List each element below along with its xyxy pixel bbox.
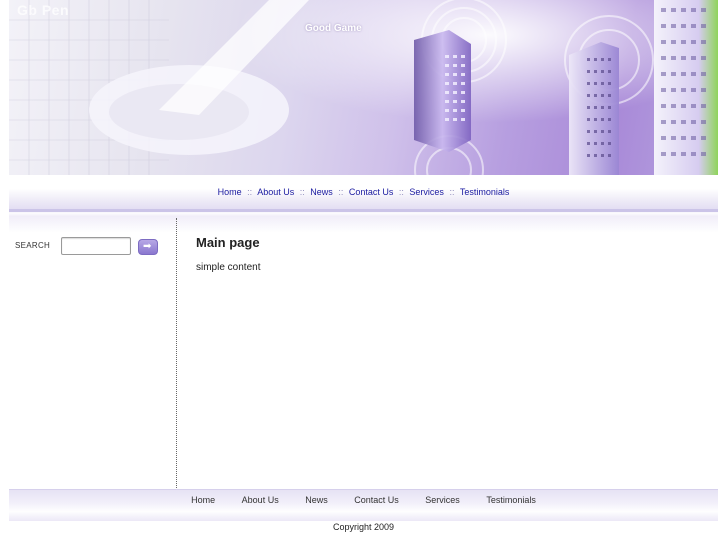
page-title: Main page: [196, 235, 260, 250]
nav-separator: ::: [398, 187, 404, 197]
top-nav: Home :: About Us :: News :: Contact Us :…: [9, 175, 718, 209]
search-input[interactable]: [61, 237, 131, 255]
bottom-nav: Home About Us News Contact Us Services T…: [9, 489, 718, 512]
footer-divider: [9, 511, 718, 521]
page: Gb Pen Good Game Home :: About Us :: New…: [0, 0, 727, 545]
nav-link-testimonials[interactable]: Testimonials: [460, 187, 510, 197]
footer-link-services[interactable]: Services: [425, 495, 460, 505]
nav-separator: ::: [299, 187, 305, 197]
site-name: Gb Pen: [17, 2, 70, 18]
arrow-right-icon: ➡: [143, 241, 152, 252]
header-banner: Gb Pen Good Game: [9, 0, 718, 175]
nav-link-home[interactable]: Home: [218, 187, 242, 197]
main-content: Main page simple content: [196, 235, 696, 273]
nav-link-about-us[interactable]: About Us: [257, 187, 294, 197]
footer-link-news[interactable]: News: [305, 495, 328, 505]
search-submit-button[interactable]: ➡: [138, 239, 158, 255]
search-label: SEARCH: [15, 241, 51, 250]
tagline: Good Game: [305, 23, 362, 34]
copyright: Copyright 2009: [332, 522, 395, 532]
nav-link-contact-us[interactable]: Contact Us: [349, 187, 394, 197]
banner-artwork: [9, 0, 718, 175]
sidebar: SEARCH ➡: [9, 218, 177, 488]
nav-separator: ::: [338, 187, 344, 197]
footer-link-home[interactable]: Home: [191, 495, 215, 505]
footer-link-testimonials[interactable]: Testimonials: [486, 495, 536, 505]
nav-link-services[interactable]: Services: [409, 187, 444, 197]
nav-separator: ::: [247, 187, 253, 197]
footer-link-contact-us[interactable]: Contact Us: [354, 495, 399, 505]
nav-link-news[interactable]: News: [310, 187, 333, 197]
page-body: simple content: [196, 262, 261, 273]
footer-link-about-us[interactable]: About Us: [242, 495, 279, 505]
nav-separator: ::: [449, 187, 455, 197]
